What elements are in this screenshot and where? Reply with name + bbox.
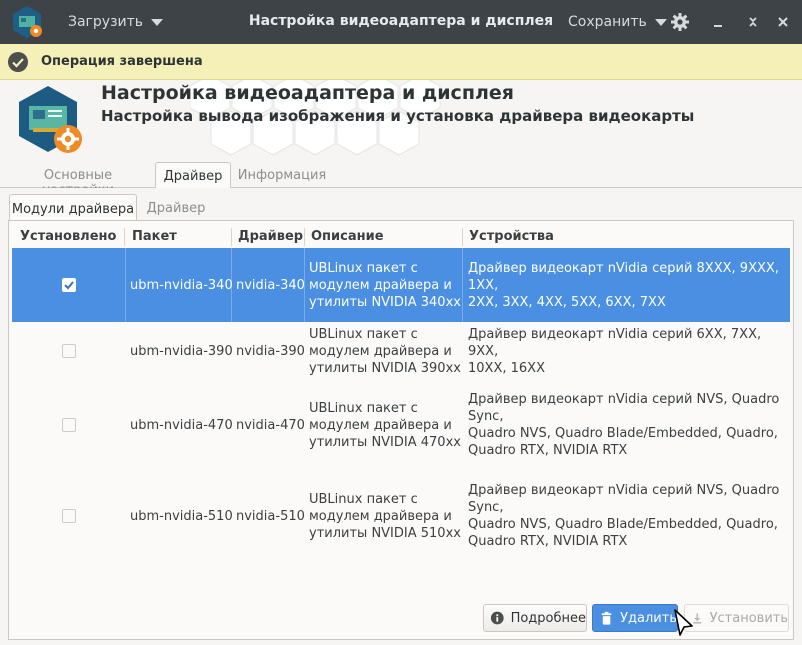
devices-line: 2XX, 3XX, 4XX, 5XX, 6XX, 7XX (468, 295, 666, 310)
page-title: Настройка видеоадаптера и дисплея (101, 82, 514, 104)
devices-line: Драйвер видеокарт nVidia серий NVS, Quad… (468, 392, 780, 424)
column-devices[interactable]: Устройства (463, 229, 554, 247)
gear-icon[interactable] (668, 10, 692, 34)
package-cell: ubm-nvidia-510 (130, 509, 233, 524)
install-label: Установить (709, 610, 788, 626)
package-cell: ubm-nvidia-340 (130, 278, 233, 293)
description-line: модулем драйвера и (309, 418, 452, 433)
table-row[interactable]: ubm-nvidia-340 nvidia-340 UBLinux пакет … (12, 248, 790, 322)
description-line: утилиты NVIDIA 340xx (309, 295, 461, 310)
sub-tab-bar: Модули драйвера Драйвер (0, 194, 802, 221)
description-cell: UBLinux пакет с модулем драйвера и утили… (309, 400, 461, 451)
checkmark-icon (64, 281, 74, 290)
description-line: модулем драйвера и (309, 509, 452, 524)
devices-cell: Драйвер видеокарт nVidia серий NVS, Quad… (468, 391, 790, 459)
devices-line: Quadro NVS, Quadro Blade/Embedded, Quadr… (468, 517, 778, 532)
trash-icon (601, 611, 612, 625)
devices-line: Драйвер видеокарт nVidia серий NVS, Quad… (468, 483, 780, 515)
column-separator (124, 228, 125, 246)
save-label: Сохранить (568, 14, 647, 30)
installed-checkbox[interactable] (62, 344, 76, 358)
column-driver[interactable]: Драйвер (232, 229, 303, 247)
installed-checkbox[interactable] (62, 509, 76, 523)
restore-icon[interactable] (741, 10, 765, 34)
driver-cell: nvidia-340 (236, 278, 305, 293)
info-icon (490, 611, 504, 625)
tab-main-settings[interactable]: Основные настройки (6, 162, 150, 198)
description-line: UBLinux пакет с (309, 327, 418, 342)
description-line: UBLinux пакет с (309, 261, 418, 276)
description-line: утилиты NVIDIA 510xx (309, 526, 461, 541)
devices-line: 10XX, 16XX (468, 361, 545, 376)
table-header: Установлено Пакет Драйвер Описание Устро… (12, 226, 790, 248)
description-line: UBLinux пакет с (309, 492, 418, 507)
driver-cell: nvidia-390 (236, 344, 305, 359)
download-icon (693, 613, 702, 624)
devices-line: Quadro RTX, NVIDIA RTX (468, 534, 628, 549)
load-menu-button[interactable]: Загрузить (60, 6, 171, 38)
chevron-down-icon (151, 18, 164, 26)
chevron-down-icon (654, 18, 667, 26)
remove-label: Удалить (620, 610, 677, 626)
description-line: модулем драйвера и (309, 344, 452, 359)
app-icon (13, 6, 42, 38)
app-logo-icon (19, 86, 82, 153)
description-cell: UBLinux пакет с модулем драйвера и утили… (309, 260, 461, 311)
load-label: Загрузить (68, 14, 144, 30)
driver-cell: nvidia-510 (236, 509, 305, 524)
description-cell: UBLinux пакет с модулем драйвера и утили… (309, 491, 461, 542)
devices-cell: Драйвер видеокарт nVidia серий NVS, Quad… (468, 482, 790, 550)
title-bar: Загрузить Настройка видеоадаптера и дисп… (0, 0, 802, 44)
devices-cell: Драйвер видеокарт nVidia серий 8XXX, 9XX… (468, 260, 790, 311)
tab-driver[interactable]: Драйвер (155, 162, 231, 189)
installed-checkbox[interactable] (62, 418, 76, 432)
page-subtitle: Настройка вывода изображения и установка… (101, 107, 695, 125)
main-tab-bar: Основные настройки Драйвер Информация (0, 162, 802, 198)
tab-driver-sub[interactable]: Драйвер (142, 194, 210, 221)
package-cell: ubm-nvidia-470 (130, 418, 233, 433)
description-line: утилиты NVIDIA 390xx (309, 361, 461, 376)
table-row[interactable]: ubm-nvidia-470 nvidia-470 UBLinux пакет … (12, 388, 790, 472)
devices-cell: Драйвер видеокарт nVidia серий 6XX, 7XX,… (468, 326, 790, 377)
devices-line: Quadro RTX, NVIDIA RTX (468, 443, 628, 458)
install-button[interactable]: Установить (684, 604, 789, 632)
save-menu-button[interactable]: Сохранить (560, 6, 675, 38)
tab-information[interactable]: Информация (236, 162, 328, 188)
devices-line: Драйвер видеокарт nVidia серий 8XXX, 9XX… (468, 261, 779, 293)
info-bar: Операция завершена (0, 44, 802, 80)
column-package[interactable]: Пакет (126, 229, 177, 247)
devices-line: Quadro NVS, Quadro Blade/Embedded, Quadr… (468, 426, 778, 441)
column-installed[interactable]: Установлено (14, 229, 116, 247)
cell-divider (125, 248, 126, 322)
description-line: модулем драйвера и (309, 278, 452, 293)
cell-divider (462, 248, 463, 322)
devices-line: Драйвер видеокарт nVidia серий 6XX, 7XX,… (468, 327, 762, 359)
status-message: Операция завершена (41, 54, 203, 69)
description-cell: UBLinux пакет с модулем драйвера и утили… (309, 326, 461, 377)
table-row[interactable]: ubm-nvidia-510 nvidia-510 UBLinux пакет … (12, 472, 790, 562)
tab-driver-modules[interactable]: Модули драйвера (9, 194, 137, 221)
table-row[interactable]: ubm-nvidia-390 nvidia-390 UBLinux пакет … (12, 322, 790, 388)
check-circle-icon (8, 52, 28, 72)
installed-checkbox[interactable] (62, 278, 76, 292)
remove-button[interactable]: Удалить (592, 604, 678, 632)
header-banner: Настройка видеоадаптера и дисплея Настро… (0, 80, 802, 162)
minimize-icon[interactable] (706, 10, 730, 34)
details-button[interactable]: Подробнее (483, 604, 587, 632)
close-icon[interactable] (771, 10, 795, 34)
details-label: Подробнее (510, 610, 586, 626)
package-cell: ubm-nvidia-390 (130, 344, 233, 359)
description-line: UBLinux пакет с (309, 401, 418, 416)
description-line: утилиты NVIDIA 470xx (309, 435, 461, 450)
column-description[interactable]: Описание (305, 229, 384, 247)
driver-cell: nvidia-470 (236, 418, 305, 433)
